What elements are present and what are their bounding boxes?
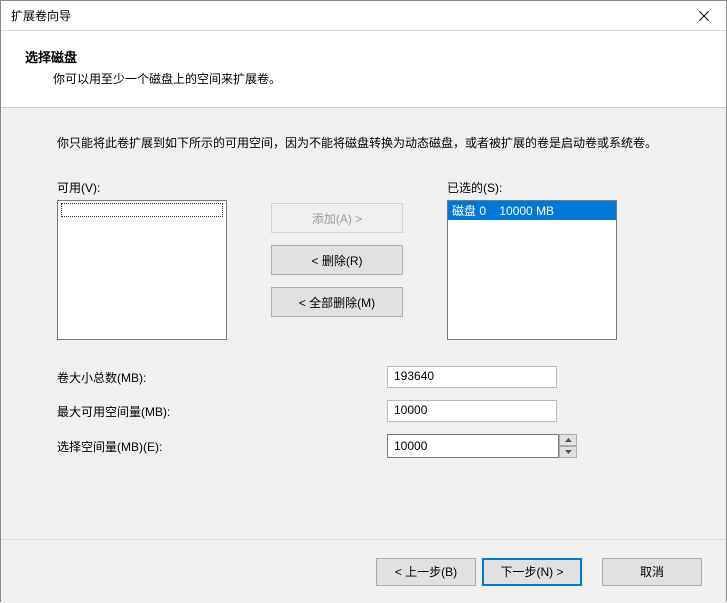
add-button[interactable]: 添加(A) >: [271, 203, 403, 233]
wizard-header: 选择磁盘 你可以用至少一个磁盘上的空间来扩展卷。: [1, 31, 726, 107]
available-label: 可用(V):: [57, 179, 227, 196]
selected-listbox[interactable]: 磁盘 0 10000 MB: [447, 200, 617, 340]
remove-all-button[interactable]: < 全部删除(M): [271, 287, 403, 317]
content-area: 你只能将此卷扩展到如下所示的可用空间，因为不能将磁盘转换为动态磁盘，或者被扩展的…: [1, 107, 726, 539]
transfer-buttons: 添加(A) > < 删除(R) < 全部删除(M): [227, 179, 447, 317]
spinner-buttons: [559, 434, 577, 458]
max-space-label: 最大可用空间量(MB):: [57, 403, 387, 420]
list-item[interactable]: [61, 203, 223, 217]
back-button[interactable]: < 上一步(B): [376, 558, 476, 586]
selected-column: 已选的(S): 磁盘 0 10000 MB: [447, 179, 617, 340]
spinner-down-button[interactable]: [559, 446, 577, 458]
select-space-label: 选择空间量(MB)(E):: [57, 438, 387, 455]
max-space-value: 10000: [387, 400, 557, 422]
chevron-down-icon: [565, 450, 572, 454]
space-amount-input[interactable]: [387, 434, 559, 458]
chevron-up-icon: [565, 438, 572, 442]
list-item[interactable]: 磁盘 0 10000 MB: [448, 201, 616, 220]
cancel-button[interactable]: 取消: [602, 558, 702, 586]
space-spinner: [387, 434, 577, 458]
description-text: 你只能将此卷扩展到如下所示的可用空间，因为不能将磁盘转换为动态磁盘，或者被扩展的…: [57, 134, 670, 153]
max-space-row: 最大可用空间量(MB): 10000: [57, 400, 670, 422]
window-title: 扩展卷向导: [11, 7, 71, 24]
wizard-footer: < 上一步(B) 下一步(N) > 取消: [1, 539, 726, 603]
disk-lists-row: 可用(V): 添加(A) > < 删除(R) < 全部删除(M) 已选的(S):…: [57, 179, 670, 340]
next-button[interactable]: 下一步(N) >: [482, 558, 582, 586]
disk-size: 10000 MB: [499, 204, 554, 218]
spinner-up-button[interactable]: [559, 434, 577, 446]
available-column: 可用(V):: [57, 179, 227, 340]
available-listbox[interactable]: [57, 200, 227, 340]
page-subtitle: 你可以用至少一个磁盘上的空间来扩展卷。: [25, 70, 702, 87]
disk-name: 磁盘 0: [452, 204, 486, 218]
total-size-row: 卷大小总数(MB): 193640: [57, 366, 670, 388]
page-title: 选择磁盘: [25, 47, 702, 66]
total-size-value: 193640: [387, 366, 557, 388]
remove-button[interactable]: < 删除(R): [271, 245, 403, 275]
total-size-label: 卷大小总数(MB):: [57, 369, 387, 386]
selected-label: 已选的(S):: [447, 179, 617, 196]
close-button[interactable]: [681, 1, 726, 31]
select-space-row: 选择空间量(MB)(E):: [57, 434, 670, 458]
size-fields: 卷大小总数(MB): 193640 最大可用空间量(MB): 10000 选择空…: [57, 366, 670, 458]
close-icon: [699, 11, 709, 21]
titlebar: 扩展卷向导: [1, 1, 726, 31]
